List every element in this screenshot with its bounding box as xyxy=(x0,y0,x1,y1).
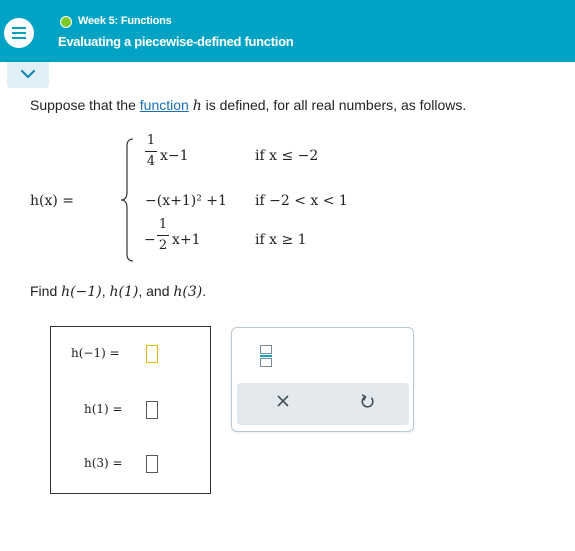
piece2-expr: −(x+1)² +1 xyxy=(145,193,227,209)
answer-input-h-neg1[interactable] xyxy=(146,345,158,363)
answer-input-h-3[interactable] xyxy=(146,455,158,473)
top-header: Week 5: Functions Evaluating a piecewise… xyxy=(0,0,575,62)
fraction-icon[interactable] xyxy=(260,345,272,367)
tool-action-bar xyxy=(237,383,409,425)
expand-toggle[interactable] xyxy=(7,62,49,88)
week-label: Week 5: Functions xyxy=(78,15,172,27)
piecewise-lhs: h(x) = xyxy=(30,193,75,209)
undo-icon[interactable] xyxy=(360,394,375,409)
chevron-down-icon xyxy=(21,69,35,79)
piece2-condition: if −2 < x < 1 xyxy=(255,193,348,209)
function-name: h xyxy=(192,98,202,114)
topic-title: Evaluating a piecewise-defined function xyxy=(58,34,294,49)
answer-label-h-1: h(1) = xyxy=(84,402,123,416)
status-dot-icon xyxy=(60,16,72,28)
piece1-frac-num: 1 xyxy=(146,133,156,148)
piece3-frac-num: 1 xyxy=(158,217,168,232)
menu-button[interactable] xyxy=(4,18,34,48)
hamburger-icon xyxy=(12,27,26,29)
problem-prompt: Suppose that the function h is defined, … xyxy=(30,97,467,114)
answer-panel: h(−1) = h(1) = h(3) = xyxy=(50,326,211,494)
piece3-frac-den: 2 xyxy=(158,238,168,253)
find-instruction: Find h(−1), h(1), and h(3). xyxy=(30,283,207,300)
answer-input-h-1[interactable] xyxy=(146,401,158,419)
math-tool-palette xyxy=(231,327,414,432)
x-icon[interactable] xyxy=(277,395,289,407)
piece1-expr: x−1 xyxy=(160,148,189,164)
function-link[interactable]: function xyxy=(140,97,189,113)
piece1-frac-den: 4 xyxy=(146,154,156,169)
answer-label-h-neg1: h(−1) = xyxy=(71,346,120,360)
left-brace-icon xyxy=(120,138,134,262)
piece3-sign: − xyxy=(144,232,156,248)
piece1-condition: if x ≤ −2 xyxy=(255,148,319,164)
answer-label-h-3: h(3) = xyxy=(84,456,123,470)
piece3-condition: if x ≥ 1 xyxy=(255,232,307,248)
piece3-expr: x+1 xyxy=(172,232,201,248)
